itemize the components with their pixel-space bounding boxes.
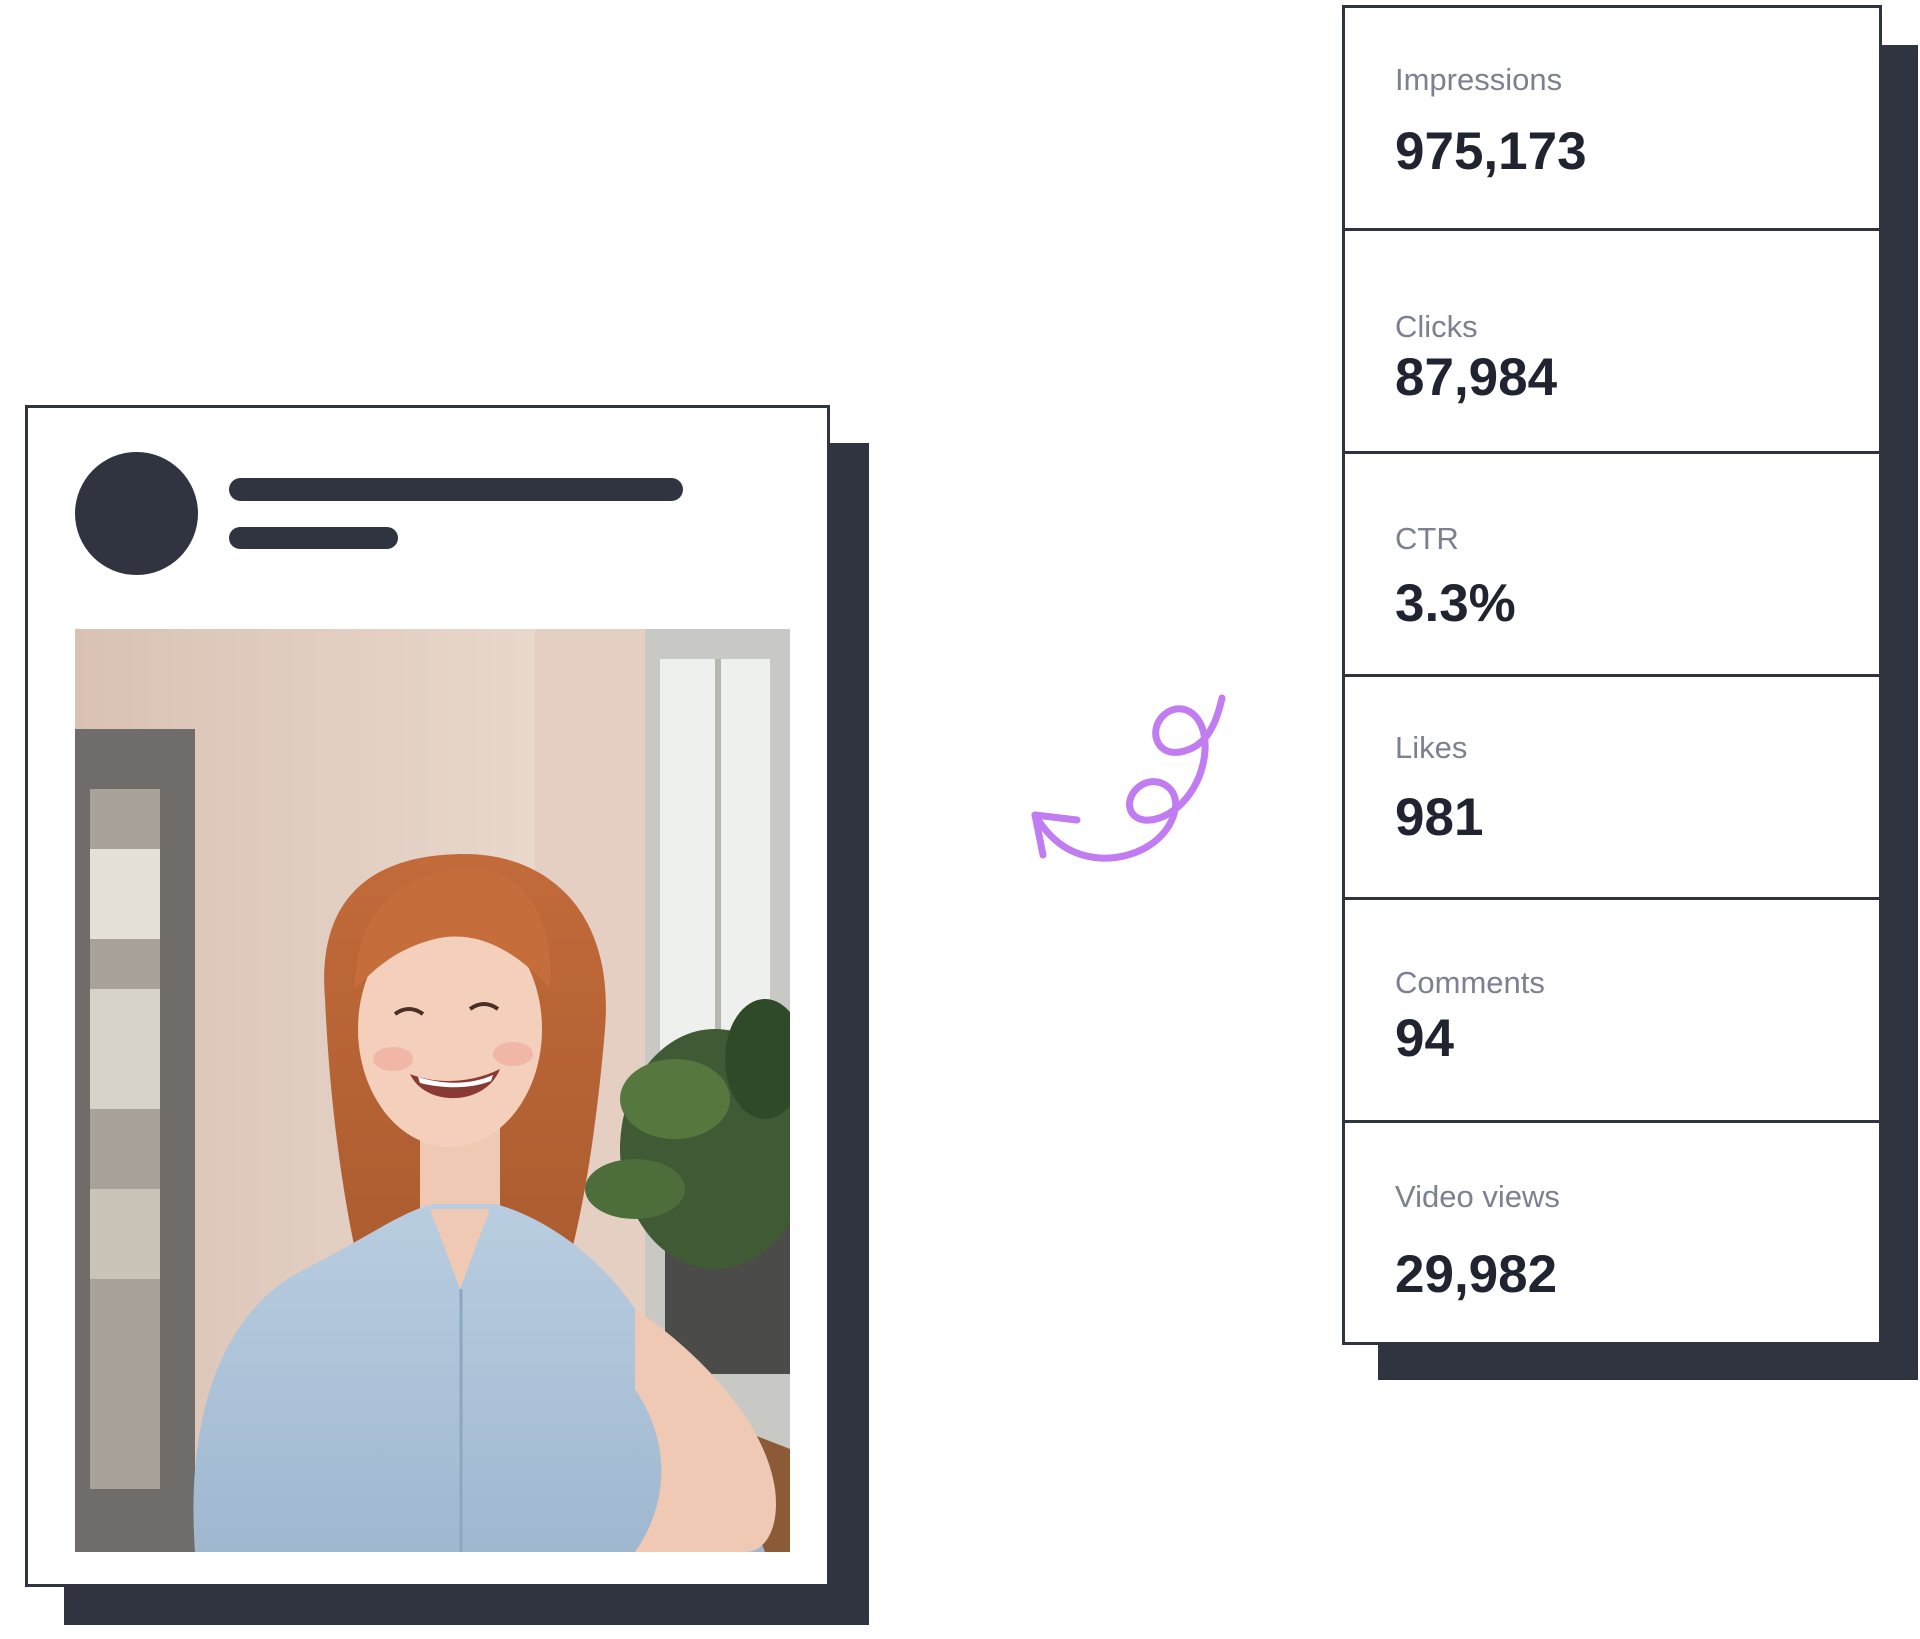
post-photo-illustration [75, 629, 790, 1552]
post-meta-placeholder [229, 527, 398, 549]
stat-comments: Comments 94 [1345, 900, 1879, 1123]
stat-label: CTR [1395, 521, 1459, 556]
stat-value: 981 [1395, 788, 1484, 847]
stat-label: Impressions [1395, 62, 1563, 97]
post-card [25, 405, 830, 1587]
stat-value: 3.3% [1395, 574, 1516, 633]
stat-label: Clicks [1395, 309, 1478, 344]
stat-likes: Likes 981 [1345, 677, 1879, 900]
curly-arrow-icon [1031, 694, 1226, 862]
author-name-placeholder [229, 478, 683, 501]
stats-panel: Impressions 975,173 Clicks 87,984 CTR 3.… [1342, 5, 1882, 1345]
stat-clicks: Clicks 87,984 [1345, 231, 1879, 454]
stat-label: Comments [1395, 965, 1545, 1000]
stat-impressions: Impressions 975,173 [1345, 8, 1879, 231]
stat-value: 87,984 [1395, 348, 1558, 407]
stat-ctr: CTR 3.3% [1345, 454, 1879, 677]
stat-label: Likes [1395, 730, 1468, 765]
stat-value: 975,173 [1395, 122, 1587, 181]
stat-value: 94 [1395, 1009, 1454, 1068]
stat-label: Video views [1395, 1179, 1560, 1214]
stat-value: 29,982 [1395, 1245, 1558, 1304]
avatar [75, 452, 198, 575]
post-photo [75, 629, 790, 1552]
stat-video-views: Video views 29,982 [1345, 1123, 1879, 1342]
